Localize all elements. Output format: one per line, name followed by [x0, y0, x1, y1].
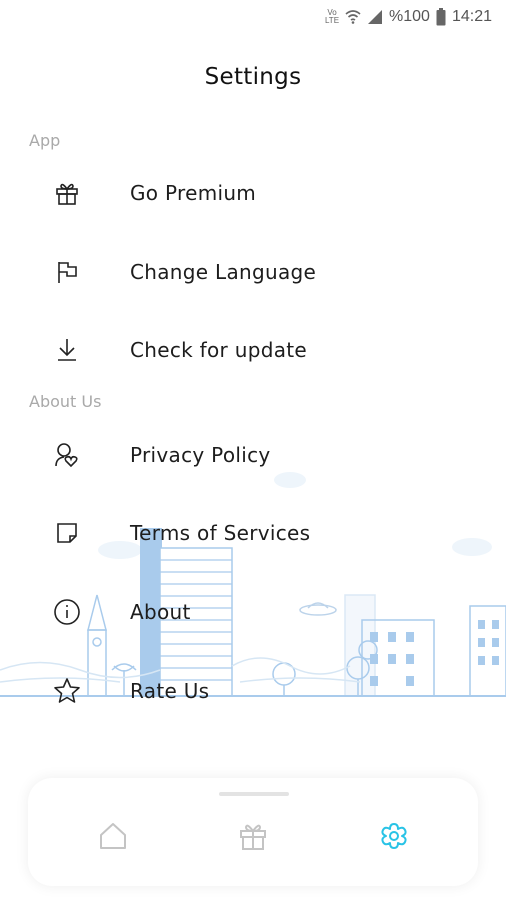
flag-icon — [52, 257, 82, 287]
check-for-update-row[interactable]: Check for update — [0, 320, 506, 380]
rate-us-row[interactable]: Rate Us — [0, 661, 506, 721]
go-premium-label: Go Premium — [130, 181, 257, 205]
privacy-icon — [52, 440, 82, 470]
change-language-label: Change Language — [130, 260, 317, 284]
nav-settings-button[interactable] — [369, 816, 419, 860]
nav-home-button[interactable] — [88, 816, 138, 860]
rate-us-label: Rate Us — [130, 679, 210, 703]
nav-premium-button[interactable] — [228, 816, 278, 860]
section-label-app: App — [29, 131, 61, 150]
gift-icon — [52, 178, 82, 208]
privacy-policy-label: Privacy Policy — [130, 443, 271, 467]
settings-list: App Go Premium Change Language Check for… — [0, 0, 506, 900]
bottom-nav — [28, 778, 478, 886]
privacy-policy-row[interactable]: Privacy Policy — [0, 425, 506, 485]
info-icon — [52, 597, 82, 627]
terms-of-services-row[interactable]: Terms of Services — [0, 503, 506, 563]
star-icon — [52, 676, 82, 706]
download-icon — [52, 335, 82, 365]
home-icon — [98, 821, 128, 855]
check-for-update-label: Check for update — [130, 338, 308, 362]
note-icon — [52, 518, 82, 548]
settings-flower-icon — [379, 821, 409, 855]
drag-handle[interactable] — [219, 792, 289, 796]
terms-of-services-label: Terms of Services — [130, 521, 311, 545]
section-label-about-us: About Us — [29, 392, 102, 411]
gift-icon — [237, 820, 269, 856]
go-premium-row[interactable]: Go Premium — [0, 163, 506, 223]
change-language-row[interactable]: Change Language — [0, 242, 506, 302]
about-label: About — [130, 600, 191, 624]
about-row[interactable]: About — [0, 582, 506, 642]
